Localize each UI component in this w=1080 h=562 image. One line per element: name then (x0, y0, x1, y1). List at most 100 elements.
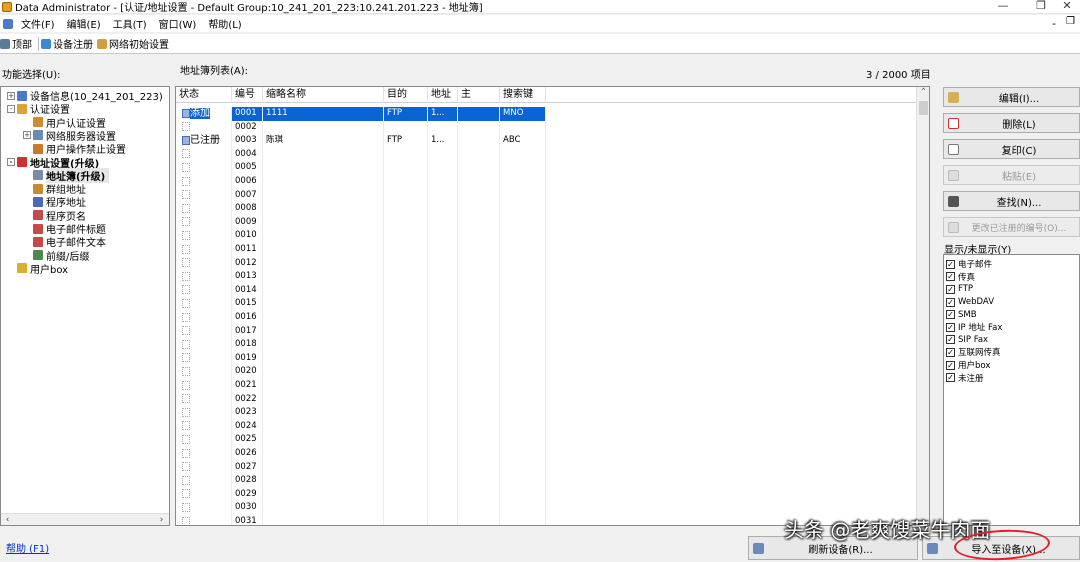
checkbox-checked-icon[interactable]: ✓ (946, 373, 955, 383)
tree-item[interactable]: 用户认证设置 (23, 116, 106, 130)
column-header[interactable]: 目的 (384, 87, 428, 103)
tree-toggle-icon[interactable]: - (7, 158, 15, 166)
minimize-button[interactable]: — (990, 0, 1016, 14)
tree-item[interactable]: 程序地址 (23, 195, 86, 209)
function-tree[interactable]: ‹ › + 设备信息(10_241_201_223) - 认证设置 用户认证设置 + 网络服… (0, 86, 170, 526)
tree-item[interactable]: - 认证设置 (7, 102, 70, 116)
checkbox-checked-icon[interactable]: ✓ (946, 259, 955, 269)
table-row[interactable]: 0011 (176, 243, 546, 257)
table-row[interactable]: 0018 (176, 338, 546, 352)
filter-option[interactable]: ✓ WebDAV (946, 296, 994, 309)
tree-item[interactable]: - 地址设置(升级) (7, 156, 99, 170)
table-row[interactable]: 0008 (176, 202, 546, 216)
filter-option[interactable]: ✓ SIP Fax (946, 334, 988, 347)
table-row[interactable]: 0005 (176, 161, 546, 175)
restore-button[interactable]: ❐ (1028, 0, 1054, 14)
tree-toggle-icon[interactable]: + (7, 91, 15, 100)
checkbox-checked-icon[interactable]: ✓ (946, 322, 955, 332)
child-restore-button[interactable]: ❐ (1066, 16, 1075, 27)
tree-item[interactable]: 用户操作禁止设置 (23, 142, 126, 156)
table-row[interactable]: 0023 (176, 406, 546, 420)
tree-item[interactable]: 电子邮件文本 (23, 235, 106, 249)
table-row[interactable]: 0026 (176, 447, 546, 461)
menu-file[interactable]: 文件(F) (15, 16, 61, 31)
column-header[interactable]: 地址 (428, 87, 458, 103)
table-row[interactable]: 0012 (176, 256, 546, 271)
filter-option[interactable]: ✓ 传真 (946, 271, 975, 284)
checkbox-checked-icon[interactable]: ✓ (946, 284, 955, 294)
network-setup-button[interactable]: 网络初始设置 (97, 36, 173, 51)
find-button[interactable]: 查找(N)... (943, 191, 1080, 211)
table-row[interactable]: 0031 (176, 515, 546, 525)
delete-button[interactable]: 删除(L) (943, 113, 1080, 133)
table-row[interactable]: 0017 (176, 324, 546, 339)
table-row[interactable]: 0028 (176, 474, 546, 488)
filter-option[interactable]: ✓ FTP (946, 283, 973, 296)
child-minimize-button[interactable]: - (1052, 17, 1056, 30)
table-row[interactable]: 已注册 0003 陈琪 FTP 1... ABC (176, 134, 546, 148)
table-row[interactable]: 0010 (176, 229, 546, 243)
menu-tools[interactable]: 工具(T) (107, 16, 153, 31)
filter-option[interactable]: ✓ IP 地址 Fax (946, 321, 1002, 334)
address-grid[interactable]: 状态 编号 缩略名称 目的 地址主搜索键 添加 0001 1111 FTP 1... MNO 000… (175, 86, 930, 526)
table-row[interactable]: 0016 (176, 311, 546, 325)
table-row[interactable]: 0015 (176, 297, 546, 311)
checkbox-checked-icon[interactable]: ✓ (946, 347, 955, 357)
table-row[interactable]: 0021 (176, 379, 546, 393)
table-row[interactable]: 0022 (176, 392, 546, 407)
table-row[interactable]: 0002 (176, 120, 546, 135)
tree-horizontal-scrollbar[interactable]: ‹ › (1, 513, 169, 525)
tree-item[interactable]: 群组地址 (23, 182, 86, 196)
tree-item[interactable]: 电子邮件标题 (23, 222, 106, 236)
column-header[interactable]: 缩略名称 (263, 87, 384, 103)
top-button[interactable]: 顶部 (0, 36, 36, 51)
scroll-thumb[interactable] (919, 101, 928, 115)
edit-button[interactable]: 编辑(I)... (943, 87, 1080, 107)
filter-option[interactable]: ✓ 未注册 (946, 371, 984, 384)
menu-edit[interactable]: 编辑(E) (61, 16, 107, 31)
table-row[interactable]: 0020 (176, 365, 546, 379)
copy-button[interactable]: 复印(C) (943, 139, 1080, 159)
tree-item[interactable]: 地址簿(升级) (23, 167, 110, 183)
table-row[interactable]: 0030 (176, 501, 546, 515)
scroll-up-icon[interactable]: ˄ (917, 87, 930, 100)
table-row[interactable]: 0014 (176, 283, 546, 298)
filter-option[interactable]: ✓ 互联网传真 (946, 346, 1001, 359)
tree-item[interactable]: + 网络服务器设置 (23, 129, 116, 143)
scroll-right-icon[interactable]: › (155, 514, 168, 525)
table-row[interactable]: 0007 (176, 188, 546, 203)
filter-option[interactable]: ✓ 用户box (946, 359, 990, 372)
checkbox-checked-icon[interactable]: ✓ (946, 297, 955, 307)
tree-item[interactable]: 前缀/后缀 (23, 249, 89, 263)
filter-option[interactable]: ✓ SMB (946, 308, 977, 321)
close-button[interactable]: ✕ (1054, 0, 1080, 14)
checkbox-checked-icon[interactable]: ✓ (946, 272, 955, 282)
checkbox-checked-icon[interactable]: ✓ (946, 310, 955, 320)
tree-toggle-icon[interactable]: - (7, 104, 15, 113)
column-header[interactable]: 主 (458, 87, 500, 103)
tree-item[interactable]: 用户box (7, 262, 68, 276)
tree-item[interactable]: + 设备信息(10_241_201_223) (7, 89, 163, 103)
scroll-left-icon[interactable]: ‹ (1, 514, 14, 525)
grid-vertical-scrollbar[interactable]: ˄ (916, 87, 929, 525)
menu-window[interactable]: 窗口(W) (153, 16, 203, 31)
menu-help[interactable]: 帮助(L) (202, 16, 247, 31)
column-header[interactable]: 搜索键 (500, 87, 546, 103)
help-link[interactable]: 帮助 (F1) (6, 540, 49, 555)
tree-toggle-icon[interactable]: + (23, 131, 31, 140)
register-device-button[interactable]: 设备注册 (41, 36, 97, 51)
checkbox-checked-icon[interactable]: ✓ (946, 335, 955, 345)
table-row[interactable]: 0009 (176, 215, 546, 230)
filter-option[interactable]: ✓ 电子邮件 (946, 258, 992, 271)
table-row[interactable]: 0029 (176, 487, 546, 502)
table-row[interactable]: 0025 (176, 433, 546, 447)
change-number-button[interactable]: 更改已注册的编号(O)... (943, 217, 1080, 237)
column-header[interactable]: 状态 (176, 87, 232, 103)
column-header[interactable]: 编号 (232, 87, 263, 103)
table-row[interactable]: 0019 (176, 351, 546, 366)
table-row[interactable]: 0006 (176, 175, 546, 189)
table-row[interactable]: 0013 (176, 270, 546, 284)
table-row[interactable]: 0004 (176, 147, 546, 162)
paste-button[interactable]: 粘贴(E) (943, 165, 1080, 185)
tree-item[interactable]: 程序页名 (23, 209, 86, 223)
